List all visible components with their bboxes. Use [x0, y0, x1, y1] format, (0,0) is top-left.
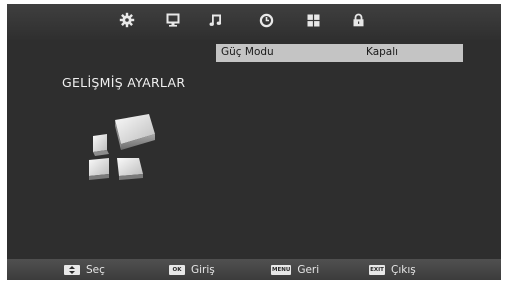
music-note-icon[interactable]	[206, 11, 226, 29]
setting-label: Güç Modu	[221, 46, 274, 58]
back-hint: MENU Geri	[271, 262, 319, 277]
clock-icon[interactable]	[256, 11, 276, 29]
lock-icon[interactable]	[348, 11, 368, 29]
menu-key-icon: MENU	[271, 264, 292, 275]
hint-label: Giriş	[191, 263, 215, 276]
monitor-icon[interactable]	[163, 11, 183, 29]
apps-grid-icon[interactable]	[303, 11, 323, 29]
exit-hint: EXIT Çıkış	[369, 262, 416, 277]
hint-label: Seç	[86, 263, 105, 276]
menu-tab-bar	[7, 4, 501, 40]
select-hint: Seç	[64, 262, 105, 277]
setting-value: Kapalı	[366, 46, 399, 58]
hint-label: Çıkış	[391, 263, 416, 276]
tv-menu-screen: Güç Modu Kapalı GELİŞMİŞ AYARLAR Seç OK …	[7, 4, 501, 280]
updown-key-icon	[64, 264, 80, 275]
advanced-settings-emblem-icon	[77, 108, 167, 184]
page-title: GELİŞMİŞ AYARLAR	[62, 75, 186, 90]
power-mode-setting-row[interactable]: Güç Modu Kapalı	[216, 44, 463, 62]
enter-hint: OK Giriş	[169, 262, 215, 277]
gear-icon[interactable]	[117, 11, 137, 29]
hint-label: Geri	[297, 263, 320, 276]
ok-key-icon: OK	[169, 264, 185, 275]
footer-hint-bar: Seç OK Giriş MENU Geri EXIT Çıkış	[7, 259, 501, 280]
exit-key-icon: EXIT	[369, 264, 385, 275]
